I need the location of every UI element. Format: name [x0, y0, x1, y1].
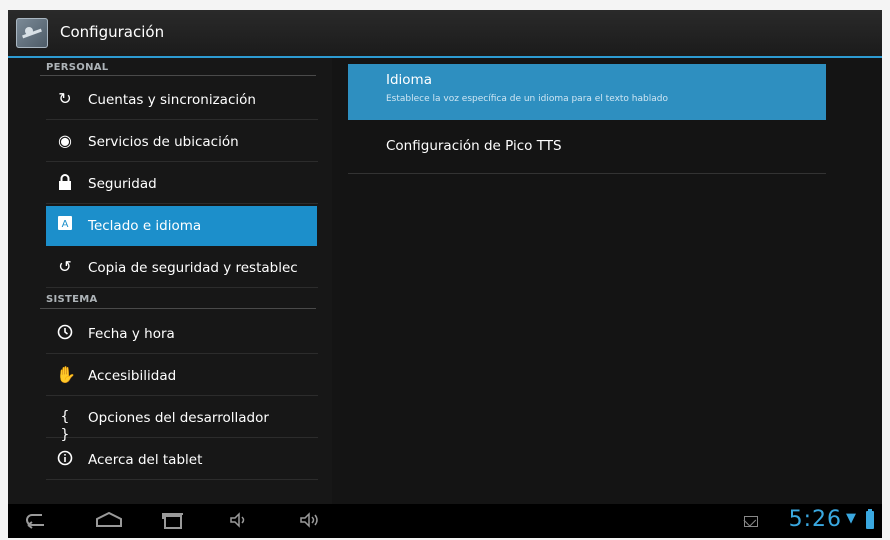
action-bar: Configuración: [8, 10, 882, 58]
sidebar-item-seguridad[interactable]: Seguridad: [46, 164, 318, 204]
back-button[interactable]: [20, 510, 50, 532]
settings-app-icon[interactable]: [16, 18, 48, 48]
section-divider: [40, 308, 316, 309]
section-header-sistema: SISTEMA: [46, 294, 98, 305]
section-divider: [40, 75, 316, 76]
volume-up-button[interactable]: [296, 510, 324, 532]
settings-sidebar: PERSONAL ↻ Cuentas y sincronización ◉ Se…: [8, 58, 332, 504]
sidebar-item-label: Accesibilidad: [88, 368, 177, 384]
keyboard-icon: A: [56, 216, 74, 234]
sidebar-item-accesibilidad[interactable]: ✋ Accesibilidad: [46, 356, 318, 396]
sidebar-item-label: Copia de seguridad y restablec: [88, 260, 298, 276]
detail-pane: Idioma Establece la voz específica de un…: [332, 58, 882, 504]
svg-text:A: A: [62, 219, 69, 230]
sidebar-item-desarrollador[interactable]: { } Opciones del desarrollador: [46, 398, 318, 443]
idioma-title: Idioma: [386, 72, 432, 88]
sync-icon: ↻: [58, 89, 72, 108]
status-area[interactable]: 5:26 ▼: [726, 506, 876, 536]
sidebar-item-label: Opciones del desarrollador: [88, 410, 269, 426]
sidebar-item-teclado[interactable]: A Teclado e idioma: [46, 206, 317, 246]
braces-icon: { }: [60, 409, 70, 443]
lock-icon: [56, 174, 74, 192]
sidebar-item-label: Cuentas y sincronización: [88, 92, 256, 108]
backup-icon: ↺: [58, 257, 72, 276]
recent-apps-button[interactable]: [158, 510, 188, 532]
clock-icon: [56, 324, 74, 342]
sidebar-item-label: Servicios de ubicación: [88, 134, 239, 150]
tablet-screen: Configuración PERSONAL ↻ Cuentas y sincr…: [8, 10, 882, 538]
hand-icon: ✋: [56, 365, 76, 384]
volume-down-button[interactable]: [226, 510, 250, 532]
sidebar-item-acerca[interactable]: Acerca del tablet: [46, 440, 318, 480]
idioma-item[interactable]: Idioma Establece la voz específica de un…: [348, 64, 826, 120]
sidebar-item-label: Acerca del tablet: [88, 452, 203, 468]
home-button[interactable]: [92, 510, 126, 532]
wifi-icon: ▼: [846, 511, 856, 526]
clock-time: 5:26: [788, 507, 842, 532]
location-icon: ◉: [58, 131, 72, 150]
sidebar-item-fecha[interactable]: Fecha y hora: [46, 314, 318, 354]
sidebar-item-label: Fecha y hora: [88, 326, 175, 342]
sidebar-item-label: Seguridad: [88, 176, 157, 192]
pico-tts-item[interactable]: Configuración de Pico TTS: [348, 120, 826, 174]
info-icon: [56, 450, 74, 468]
section-header-personal: PERSONAL: [46, 62, 109, 73]
battery-icon: [866, 509, 874, 529]
sidebar-item-label: Teclado e idioma: [88, 218, 202, 234]
page-title: Configuración: [60, 23, 165, 41]
gmail-notification-icon: [744, 516, 758, 527]
system-nav-bar: 5:26 ▼: [8, 504, 882, 538]
idioma-subtitle: Establece la voz específica de un idioma…: [386, 94, 668, 104]
pico-tts-title: Configuración de Pico TTS: [386, 138, 562, 154]
sidebar-item-cuentas[interactable]: ↻ Cuentas y sincronización: [46, 80, 318, 120]
sidebar-item-ubicacion[interactable]: ◉ Servicios de ubicación: [46, 122, 318, 162]
sidebar-item-copia[interactable]: ↺ Copia de seguridad y restablec: [46, 248, 318, 288]
